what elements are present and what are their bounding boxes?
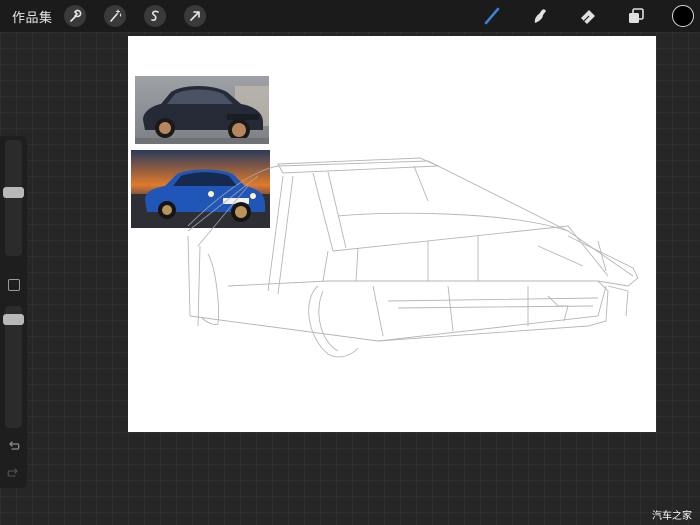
eraser-tool-button[interactable] xyxy=(576,4,600,28)
actions-button[interactable] xyxy=(64,5,86,27)
selection-icon xyxy=(151,10,159,21)
brush-size-slider-thumb[interactable] xyxy=(3,187,24,199)
drawing-canvas[interactable] xyxy=(128,36,656,432)
watermark-text: 汽车之家 xyxy=(652,511,692,522)
gallery-button[interactable]: 作品集 xyxy=(12,7,53,26)
car-sketch xyxy=(187,157,639,358)
layers-button[interactable] xyxy=(624,4,648,28)
transform-button[interactable] xyxy=(184,5,206,27)
transform-arrow-icon xyxy=(190,11,200,21)
selection-button[interactable] xyxy=(144,5,166,27)
sidebar xyxy=(0,136,27,488)
top-toolbar: 作品集 xyxy=(0,0,700,32)
smudge-icon xyxy=(534,9,546,23)
color-picker-button[interactable] xyxy=(672,5,694,27)
redo-icon[interactable] xyxy=(6,466,21,481)
adjustments-button[interactable] xyxy=(104,5,126,27)
brush-icon xyxy=(484,7,500,25)
magic-wand-icon xyxy=(110,9,122,22)
eraser-icon xyxy=(581,10,595,24)
brush-tool-button[interactable] xyxy=(480,4,504,28)
smudge-tool-button[interactable] xyxy=(528,4,552,28)
wrench-icon xyxy=(70,9,82,22)
undo-icon[interactable] xyxy=(6,439,21,454)
modify-button[interactable] xyxy=(8,279,20,291)
brush-opacity-slider-thumb[interactable] xyxy=(3,314,24,325)
layers-icon xyxy=(629,8,644,23)
